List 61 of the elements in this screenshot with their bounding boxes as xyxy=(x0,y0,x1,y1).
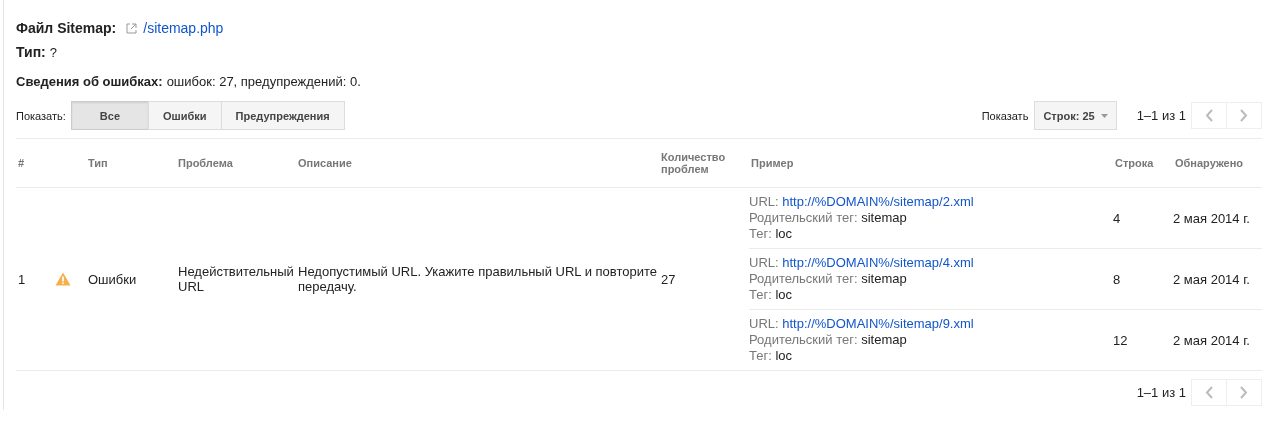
type-header: Тип xyxy=(86,139,176,188)
url-link[interactable]: http://%DOMAIN%/sitemap/9.xml xyxy=(782,316,974,331)
sitemap-link[interactable]: /sitemap.php xyxy=(143,20,224,36)
chevron-left-icon xyxy=(1205,109,1213,122)
previous-page-button[interactable] xyxy=(1191,102,1227,129)
url-link[interactable]: http://%DOMAIN%/sitemap/4.xml xyxy=(782,255,974,270)
page-range: 1–1 из 1 xyxy=(1136,385,1186,400)
sitemap-label: Файл Sitemap: xyxy=(16,20,117,36)
tag-label: Тег: xyxy=(749,287,772,302)
external-link-icon xyxy=(126,22,138,34)
tag-value: loc xyxy=(775,287,793,302)
row-number: 1 xyxy=(17,271,27,287)
problem-header: Проблема xyxy=(176,139,296,188)
chevron-right-icon xyxy=(1240,386,1248,399)
caret-icon xyxy=(1100,113,1108,118)
tag-label: Тег: xyxy=(749,348,772,363)
page-range: 1–1 из 1 xyxy=(1136,108,1186,123)
description-header: Описание xyxy=(296,139,659,188)
line-header: Строка xyxy=(1113,139,1173,188)
chevron-left-icon xyxy=(1205,386,1213,399)
detected-cell: 2 мая 2014 г. xyxy=(1173,271,1250,287)
parent-tag-label: Родительский тег: xyxy=(749,210,858,225)
filter-button[interactable]: Предупреждения xyxy=(220,101,345,130)
example-header: Пример xyxy=(749,139,1113,188)
tag-label: Тег: xyxy=(749,226,772,241)
rows-dropdown[interactable]: Строк: 25 xyxy=(1034,101,1117,130)
problem-cell-text: Недействительный URL xyxy=(177,264,295,294)
count-cell-text: 27 xyxy=(660,271,677,287)
line-cell: 4 xyxy=(1113,210,1121,226)
parent-tag-label: Родительский тег: xyxy=(749,271,858,286)
error-summary-label: Сведения об ошибках: xyxy=(16,74,163,89)
url-label: URL: xyxy=(749,316,779,331)
detected-cell: 2 мая 2014 г. xyxy=(1173,210,1250,226)
line-cell: 12 xyxy=(1113,332,1128,348)
chevron-right-icon xyxy=(1240,109,1248,122)
detected-header: Обнаружено xyxy=(1173,139,1262,188)
filter-label: Показать: xyxy=(16,109,66,122)
detected-cell: 2 мая 2014 г. xyxy=(1173,332,1250,348)
type-label: Тип: xyxy=(16,44,46,60)
next-page-button[interactable] xyxy=(1226,379,1262,406)
parent-tag-value: sitemap xyxy=(861,332,907,347)
rows-label: Показать xyxy=(981,109,1029,122)
type-cell-text: Ошибки xyxy=(87,271,138,287)
next-page-button[interactable] xyxy=(1226,102,1262,129)
description-cell-text: Недопустимый URL. Укажите правильный URL и повторите передачу. xyxy=(297,264,659,294)
error-summary-value: ошибок: 27, предупреждений: 0. xyxy=(166,74,361,89)
previous-page-button[interactable] xyxy=(1191,379,1227,406)
parent-tag-value: sitemap xyxy=(861,271,907,286)
parent-tag-label: Родительский тег: xyxy=(749,332,858,347)
number-header: # xyxy=(16,139,53,188)
url-label: URL: xyxy=(749,194,779,209)
tag-value: loc xyxy=(775,348,793,363)
filter-button[interactable]: Ошибки xyxy=(148,101,222,130)
url-label: URL: xyxy=(749,255,779,270)
line-cell: 8 xyxy=(1113,271,1121,287)
parent-tag-value: sitemap xyxy=(861,210,907,225)
count-header: Количество проблем xyxy=(659,139,749,188)
tag-value: loc xyxy=(775,226,793,241)
filter-button[interactable]: Все xyxy=(70,101,149,130)
type-value: ? xyxy=(49,44,57,60)
url-link[interactable]: http://%DOMAIN%/sitemap/2.xml xyxy=(782,194,974,209)
